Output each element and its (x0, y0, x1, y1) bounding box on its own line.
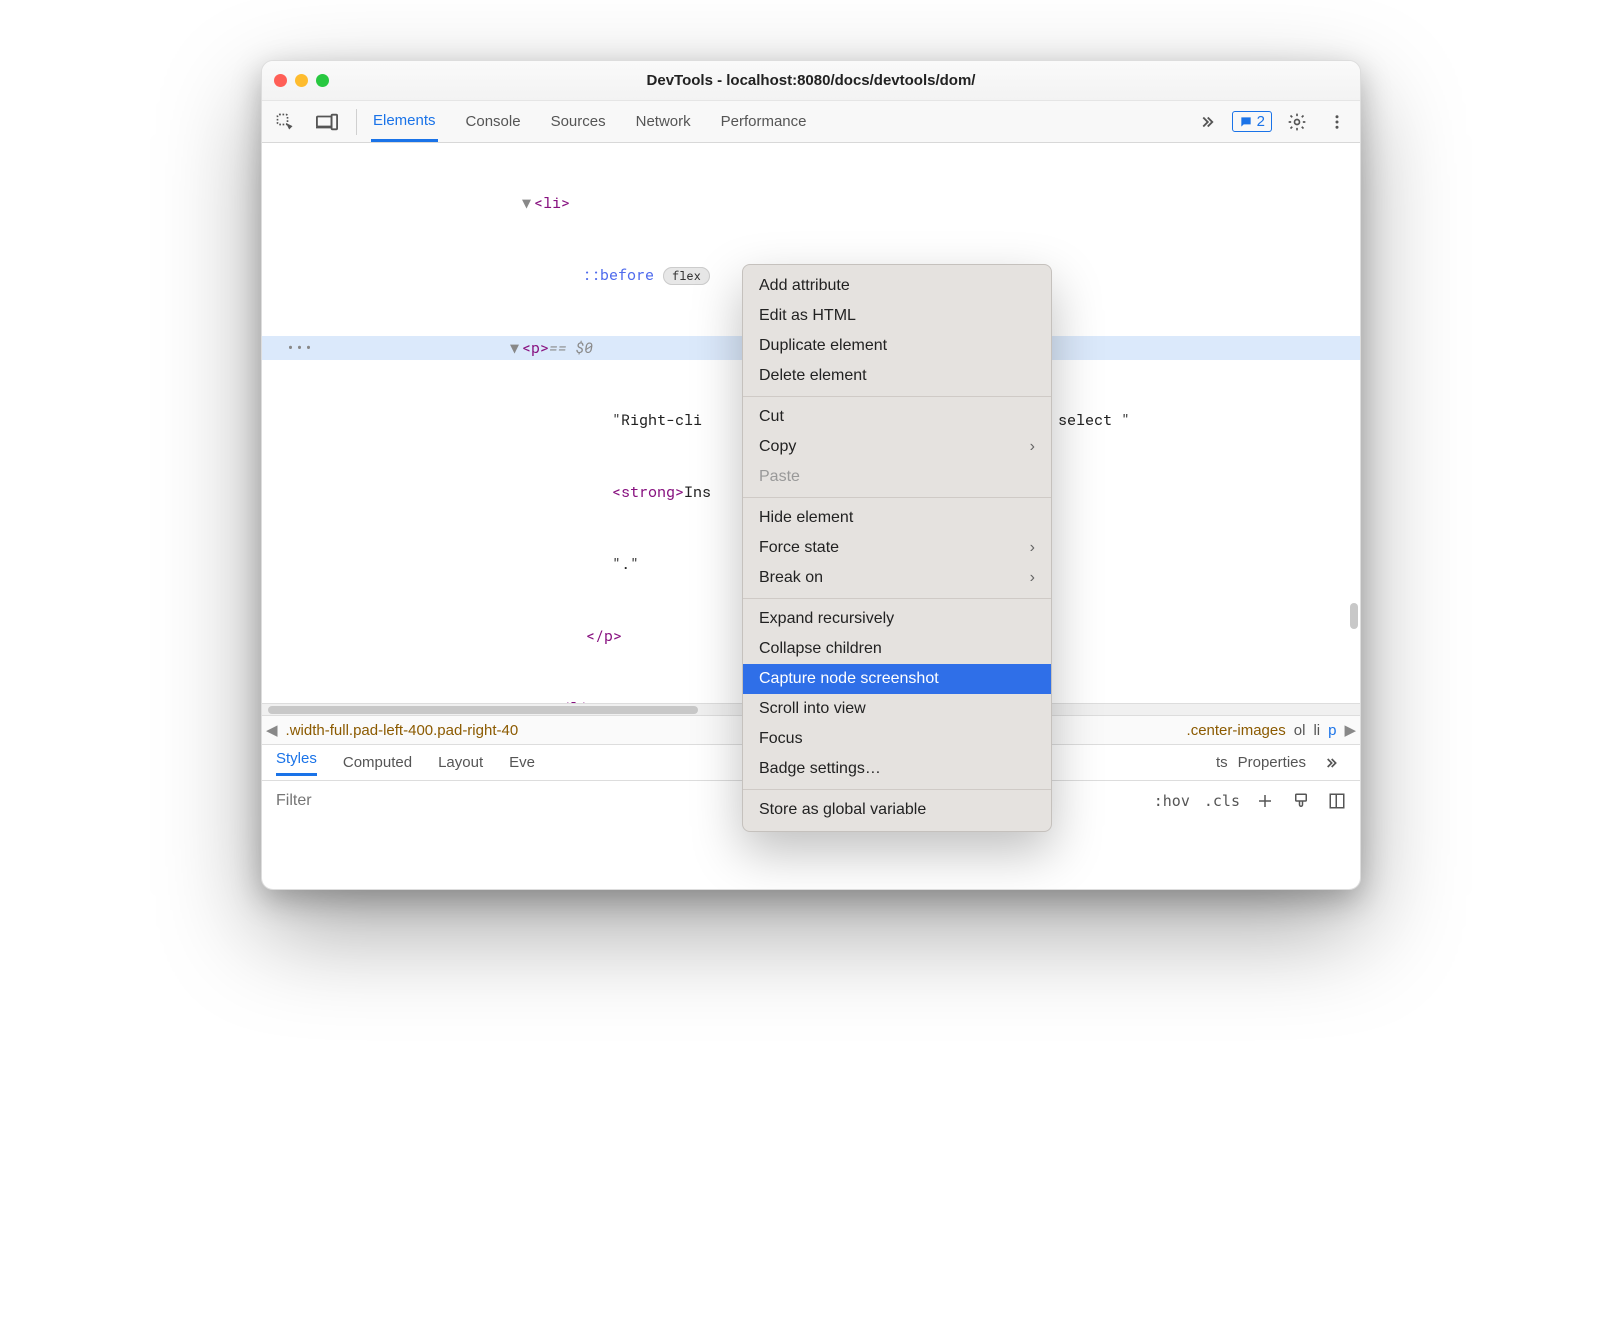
breadcrumb-segment[interactable]: p (1328, 722, 1336, 739)
more-tabs-icon[interactable] (1192, 107, 1222, 137)
minimize-window-button[interactable] (295, 74, 308, 87)
pseudo-before: ::before (582, 265, 654, 285)
ctx-paste: Paste (743, 462, 1051, 492)
zoom-window-button[interactable] (316, 74, 329, 87)
breadcrumb-right-icon[interactable]: ▶ (1344, 721, 1356, 739)
cls-toggle[interactable]: .cls (1204, 792, 1240, 810)
close-window-button[interactable] (274, 74, 287, 87)
tab-console[interactable]: Console (464, 101, 523, 142)
subtab-properties[interactable]: Properties (1238, 754, 1306, 771)
breadcrumb-segment[interactable]: .width-full.pad-left-400.pad-right-40 (286, 722, 519, 739)
window-title: DevTools - localhost:8080/docs/devtools/… (262, 72, 1360, 89)
ctx-scroll-into-view[interactable]: Scroll into view (743, 694, 1051, 724)
panel-tabs: Elements Console Sources Network Perform… (371, 101, 809, 142)
computed-panel-icon[interactable] (1326, 790, 1348, 812)
subtab-styles[interactable]: Styles (276, 750, 317, 776)
more-subtabs-icon[interactable] (1316, 748, 1346, 778)
devtools-window: DevTools - localhost:8080/docs/devtools/… (261, 60, 1361, 890)
ctx-collapse-children[interactable]: Collapse children (743, 634, 1051, 664)
ctx-delete-element[interactable]: Delete element (743, 361, 1051, 391)
ctx-edit-as-html[interactable]: Edit as HTML (743, 301, 1051, 331)
paint-brush-icon[interactable] (1290, 790, 1312, 812)
device-toolbar-icon[interactable] (312, 107, 342, 137)
issues-badge[interactable]: 2 (1232, 111, 1272, 132)
ctx-focus[interactable]: Focus (743, 724, 1051, 754)
dom-tag: <li> (534, 193, 570, 213)
inspect-element-icon[interactable] (270, 107, 300, 137)
kebab-menu-icon[interactable] (1322, 107, 1352, 137)
tab-sources[interactable]: Sources (549, 101, 608, 142)
dom-tag: </p> (586, 626, 622, 646)
dom-context-menu: Add attribute Edit as HTML Duplicate ele… (742, 264, 1052, 832)
tab-performance[interactable]: Performance (719, 101, 809, 142)
submenu-chevron-icon: › (1030, 539, 1035, 557)
ctx-badge-settings[interactable]: Badge settings… (743, 754, 1051, 784)
subtab-computed[interactable]: Computed (343, 754, 412, 771)
settings-icon[interactable] (1282, 107, 1312, 137)
ctx-separator (743, 789, 1051, 790)
window-titlebar: DevTools - localhost:8080/docs/devtools/… (262, 61, 1360, 101)
breadcrumb-segment[interactable]: ol (1294, 722, 1306, 739)
flex-badge[interactable]: flex (663, 267, 710, 285)
breadcrumb-segment[interactable]: li (1313, 722, 1320, 739)
new-style-rule-icon[interactable] (1254, 790, 1276, 812)
selected-marker: == $0 (549, 336, 593, 360)
subtab-layout[interactable]: Layout (438, 754, 483, 771)
breadcrumb-left-icon[interactable]: ◀ (266, 721, 278, 739)
row-actions-icon[interactable]: ••• (286, 336, 313, 360)
ctx-store-global[interactable]: Store as global variable (743, 795, 1051, 825)
expand-triangle-icon[interactable]: ▼ (510, 336, 522, 360)
hov-toggle[interactable]: :hov (1154, 792, 1190, 810)
text-node: "Right-cli (612, 410, 702, 430)
breadcrumb-segment[interactable]: .center-images (1187, 722, 1286, 739)
styles-filter-input[interactable] (274, 791, 474, 811)
ctx-separator (743, 598, 1051, 599)
subtab-dom-breakpoints[interactable]: ts (1216, 754, 1228, 771)
ctx-separator (743, 396, 1051, 397)
ctx-hide-element[interactable]: Hide element (743, 503, 1051, 533)
subtab-event-listeners[interactable]: Eve (509, 754, 535, 771)
text-node: Ins (684, 482, 711, 502)
ctx-copy[interactable]: Copy› (743, 432, 1051, 462)
submenu-chevron-icon: › (1030, 569, 1035, 587)
text-node: "." (612, 554, 639, 574)
ctx-force-state[interactable]: Force state› (743, 533, 1051, 563)
dom-tag: <strong> (612, 482, 684, 502)
ctx-capture-node-screenshot[interactable]: Capture node screenshot (743, 664, 1051, 694)
ctx-duplicate-element[interactable]: Duplicate element (743, 331, 1051, 361)
tab-elements[interactable]: Elements (371, 101, 438, 142)
expand-triangle-icon[interactable]: ▼ (522, 191, 534, 215)
ctx-expand-recursively[interactable]: Expand recursively (743, 604, 1051, 634)
devtools-toolbar: Elements Console Sources Network Perform… (262, 101, 1360, 143)
submenu-chevron-icon: › (1030, 438, 1035, 456)
tab-network[interactable]: Network (634, 101, 693, 142)
toolbar-divider (356, 109, 357, 135)
horizontal-scrollbar[interactable] (268, 706, 698, 714)
ctx-cut[interactable]: Cut (743, 402, 1051, 432)
vertical-scrollbar[interactable] (1350, 603, 1358, 629)
issues-count: 2 (1257, 113, 1265, 130)
ctx-add-attribute[interactable]: Add attribute (743, 271, 1051, 301)
ctx-break-on[interactable]: Break on› (743, 563, 1051, 593)
ctx-separator (743, 497, 1051, 498)
dom-tag: <p> (522, 336, 549, 360)
traffic-lights (274, 74, 329, 87)
